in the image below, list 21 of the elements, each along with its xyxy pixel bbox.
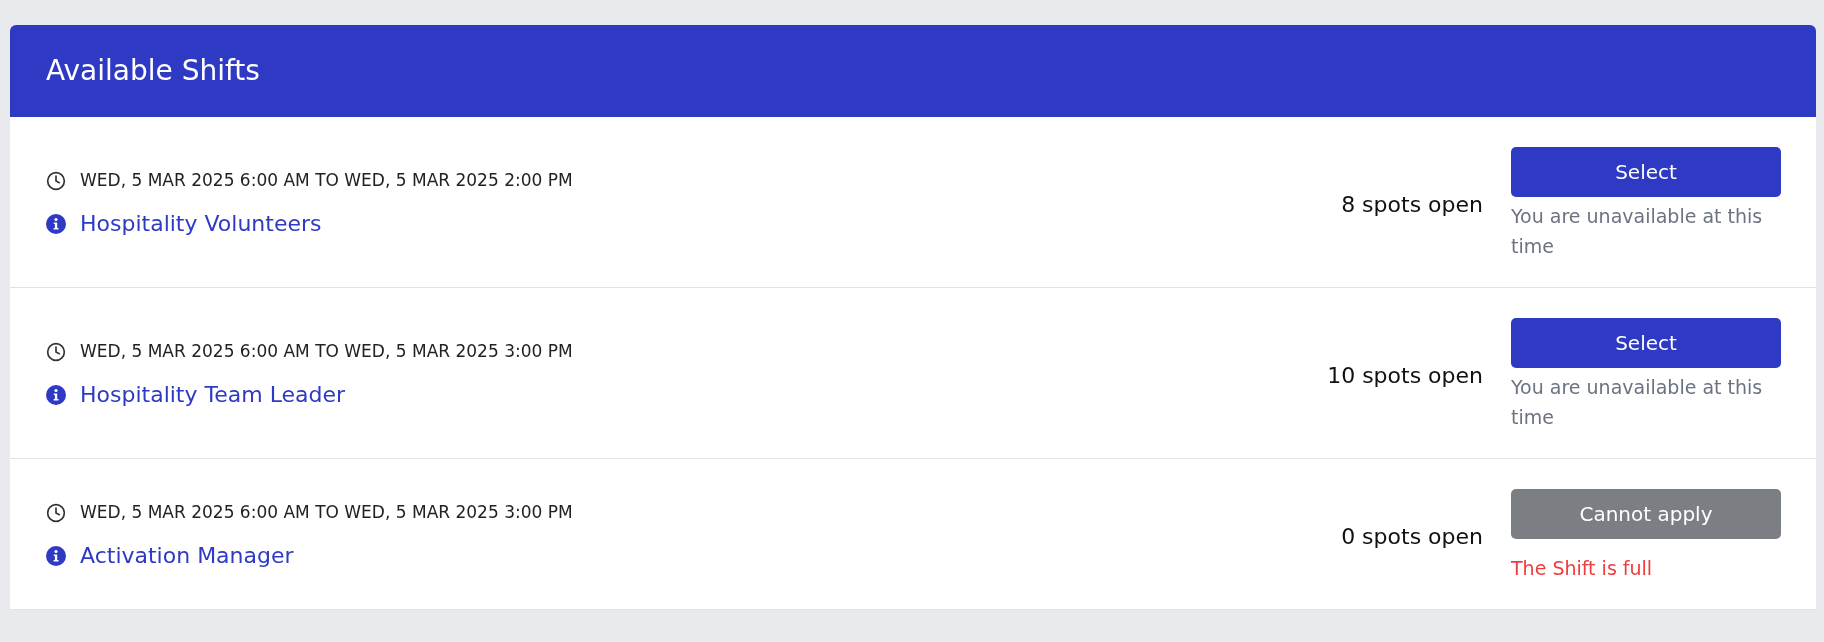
spots-open: 8 spots open [1341, 190, 1483, 219]
select-button[interactable]: Select [1511, 318, 1781, 368]
shift-time: WED, 5 MAR 2025 6:00 AM TO WED, 5 MAR 2025 3:00 PM [80, 500, 573, 524]
clock-icon [46, 341, 66, 362]
card-title: Available Shifts [46, 53, 260, 89]
shift-note: The Shift is full [1511, 556, 1654, 581]
shift-time: WED, 5 MAR 2025 6:00 AM TO WED, 5 MAR 2025 2:00 PM [80, 168, 573, 192]
spots-open: 10 spots open [1327, 361, 1483, 390]
shift-time: WED, 5 MAR 2025 6:00 AM TO WED, 5 MAR 2025 3:00 PM [80, 339, 573, 363]
shift-name-link[interactable]: Hospitality Volunteers [80, 207, 322, 241]
select-button[interactable]: Select [1511, 147, 1781, 197]
spots-open: 0 spots open [1341, 522, 1483, 551]
clock-icon [46, 170, 66, 191]
clock-icon [46, 502, 66, 523]
info-icon [46, 213, 66, 234]
shift-name-link[interactable]: Hospitality Team Leader [80, 378, 346, 412]
info-icon [46, 384, 66, 405]
info-icon [46, 545, 66, 566]
shift-note: You are unavailable at this time [1511, 204, 1764, 259]
shift-name-link[interactable]: Activation Manager [80, 539, 294, 573]
shift-note: You are unavailable at this time [1511, 375, 1764, 430]
